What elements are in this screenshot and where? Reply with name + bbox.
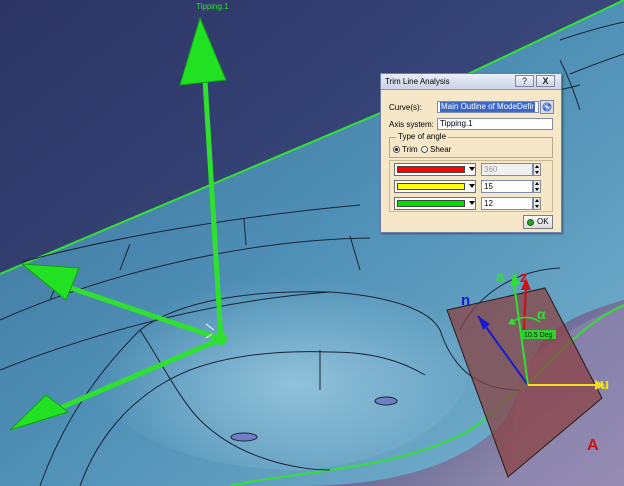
ok-icon	[527, 219, 534, 226]
color-swatch-yellow	[397, 183, 465, 190]
axis-system-input[interactable]: Tipping.1	[437, 118, 553, 130]
curves-input[interactable]: Main Outline of ModeDefir	[437, 101, 539, 113]
threshold-spinner-yellow[interactable]	[533, 180, 541, 193]
ok-label: OK	[537, 217, 549, 226]
dialog-titlebar[interactable]: Trim Line Analysis ? X	[381, 74, 561, 90]
chevron-down-icon	[469, 167, 475, 171]
curves-value: Main Outline of ModeDefir	[440, 102, 535, 112]
close-button[interactable]: X	[536, 75, 555, 87]
color-dropdown-yellow[interactable]	[394, 180, 476, 193]
angle-type-group: Type of angle Trim Shear	[389, 132, 553, 158]
color-dropdown-red[interactable]	[394, 163, 476, 176]
dialog-title: Trim Line Analysis	[385, 77, 450, 86]
threshold-spinner-red[interactable]	[533, 163, 541, 176]
threshold-input-red[interactable]: 360	[481, 163, 533, 176]
threshold-spinner-green[interactable]	[533, 197, 541, 210]
help-button[interactable]: ?	[515, 75, 534, 87]
chevron-down-icon	[469, 201, 475, 205]
axis-system-label: Tipping.1	[196, 2, 229, 11]
threshold-input-green[interactable]: 12	[481, 197, 533, 210]
axis-origin	[215, 333, 227, 345]
label-z: z	[520, 269, 528, 286]
threshold-input-yellow[interactable]: 15	[481, 180, 533, 193]
color-threshold-panel: 360 15 12	[389, 160, 553, 212]
hole-feature[interactable]	[230, 432, 258, 442]
color-dropdown-green[interactable]	[394, 197, 476, 210]
curves-label: Curve(s):	[389, 103, 422, 112]
color-swatch-red	[397, 166, 465, 173]
angle-type-group-title: Type of angle	[396, 132, 449, 141]
label-n: n	[461, 292, 470, 309]
trim-radio-label: Trim	[402, 145, 418, 154]
trim-line-analysis-dialog: Trim Line Analysis ? X Curve(s): Main Ou…	[380, 73, 562, 233]
color-swatch-green	[397, 200, 465, 207]
label-a: a	[496, 269, 505, 286]
axis-system-label: Axis system:	[389, 120, 434, 129]
hole-feature[interactable]	[374, 396, 398, 406]
shear-radio[interactable]	[421, 146, 428, 153]
angle-readout: 10.5 Deg	[524, 332, 553, 339]
curve-selection-icon[interactable]	[540, 100, 554, 114]
label-alpha: α	[537, 306, 546, 322]
trim-radio[interactable]	[393, 146, 400, 153]
chevron-down-icon	[469, 184, 475, 188]
ok-button[interactable]: OK	[523, 215, 553, 229]
label-u: u	[600, 376, 609, 393]
label-plane-a: A	[587, 437, 599, 454]
shear-radio-label: Shear	[430, 145, 452, 154]
